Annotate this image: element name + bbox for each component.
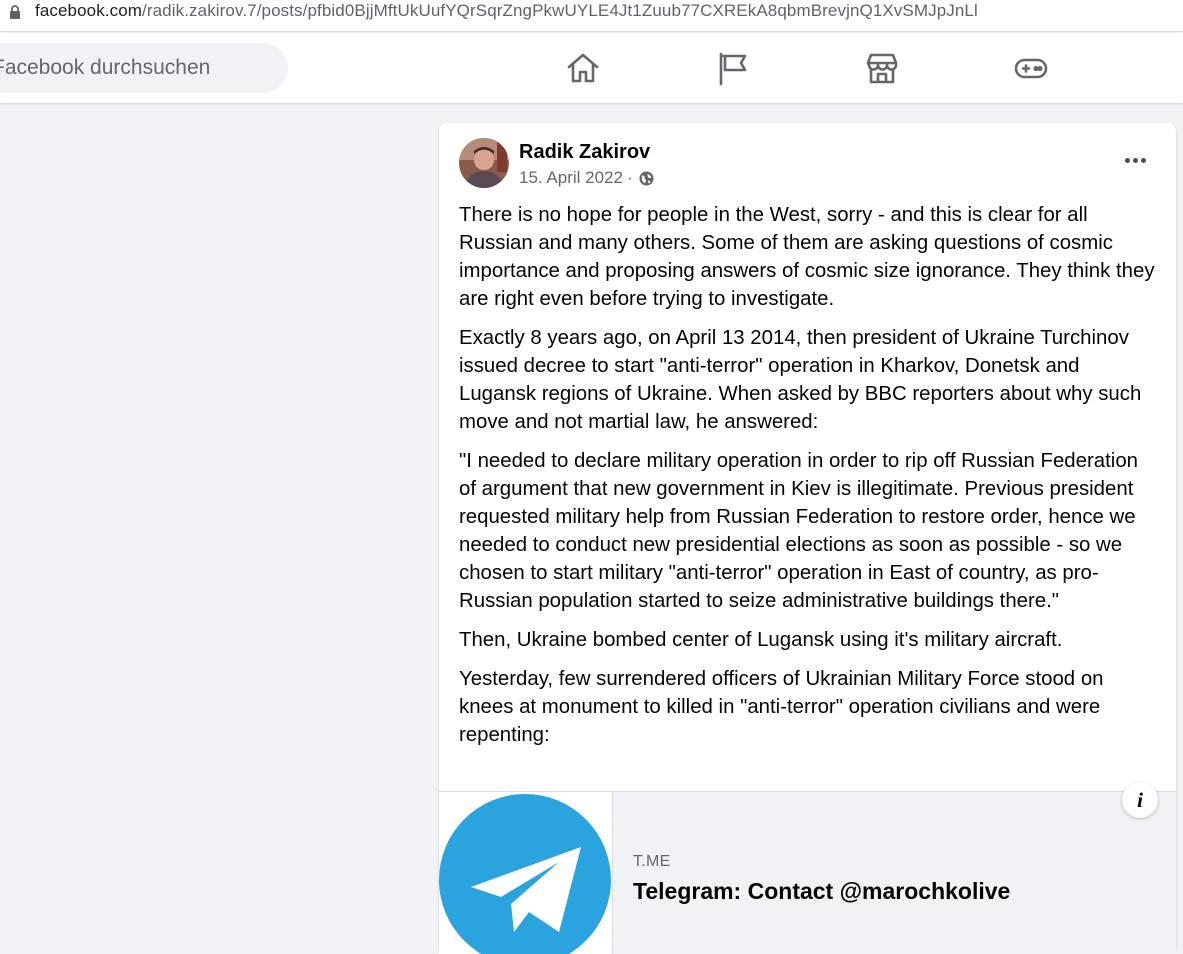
telegram-logo-icon [439,794,611,954]
url-host: facebook.com [35,1,143,20]
link-title[interactable]: Telegram: Contact @marochkolive [633,878,1010,905]
home-icon[interactable] [565,50,601,86]
link-preview[interactable]: T.ME Telegram: Contact @marochkolive [439,791,1176,954]
post-paragraph: Then, Ukraine bombed center of Lugansk u… [459,629,1063,651]
top-navigation [0,33,1183,103]
author-name[interactable]: Radik Zakirov [519,139,650,165]
marketplace-icon[interactable] [864,50,900,86]
address-bar[interactable]: facebook.com/radik.zakirov.7/posts/pfbid… [0,0,1183,32]
more-dot [1140,157,1146,163]
post-text: There is no hope for people in the West,… [459,201,1159,760]
meta-separator: · [626,168,633,187]
search-input[interactable] [0,43,288,93]
info-button[interactable]: i [1122,782,1158,818]
pages-flag-icon[interactable] [715,50,751,86]
post-paragraph: "I needed to declare military operation … [459,450,1138,612]
avatar[interactable] [459,138,509,188]
post-date[interactable]: 15. April 2022 [519,167,623,189]
more-options-button[interactable] [1117,145,1153,175]
post-card: Radik Zakirov 15. April 2022 · There is … [439,123,1176,954]
post-paragraph: There is no hope for people in the West,… [459,204,1155,310]
link-thumbnail [439,792,613,954]
lock-icon [10,5,20,19]
post-meta: 15. April 2022 · [519,167,654,189]
more-dot [1124,157,1130,163]
globe-icon[interactable] [639,171,654,186]
post-paragraph: Yesterday, few surrendered officers of U… [459,668,1104,746]
more-dot [1132,157,1138,163]
gaming-icon[interactable] [1013,50,1049,86]
url-text[interactable]: facebook.com/radik.zakirov.7/posts/pfbid… [35,0,978,22]
link-domain: T.ME [633,853,671,870]
post-paragraph: Exactly 8 years ago, on April 13 2014, t… [459,327,1142,433]
url-path: /radik.zakirov.7/posts/pfbid0BjjMftUkUuf… [142,1,978,20]
